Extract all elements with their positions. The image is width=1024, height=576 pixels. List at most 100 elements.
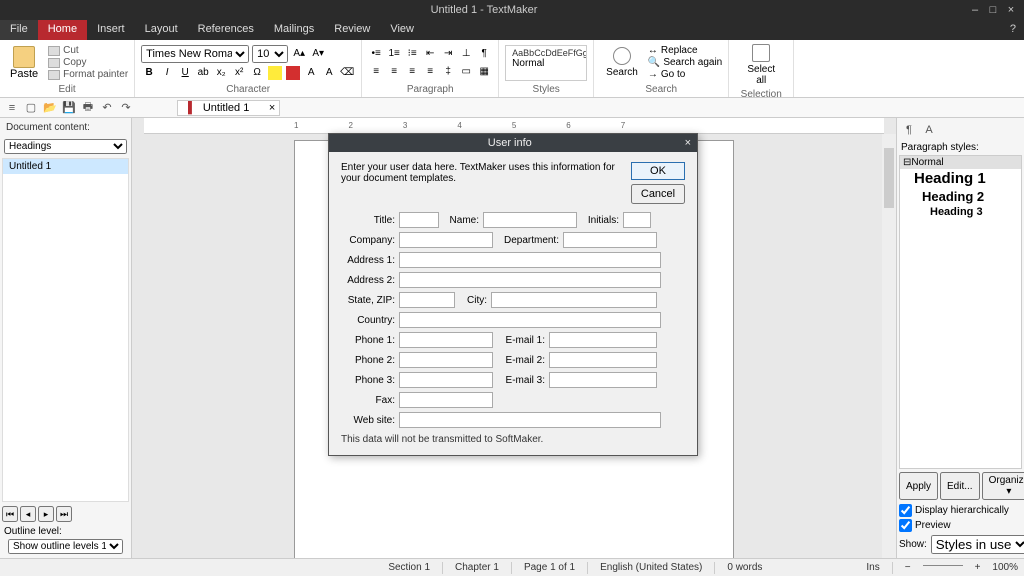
shading-button[interactable]: ▭ (458, 64, 474, 80)
search-button[interactable]: Search (600, 45, 644, 80)
format-painter-button[interactable]: Format painter (48, 69, 128, 80)
copy-button[interactable]: Copy (48, 57, 128, 68)
addr1-input[interactable] (399, 252, 661, 268)
email1-input[interactable] (549, 332, 657, 348)
tree-item[interactable]: Untitled 1 (3, 159, 128, 174)
para-style-icon[interactable]: ¶ (901, 122, 917, 138)
nav-last-button[interactable]: ⏭ (56, 506, 72, 522)
paste-button[interactable]: Paste (6, 44, 42, 82)
cancel-button[interactable]: Cancel (631, 184, 685, 204)
display-hierarchically-checkbox[interactable]: Display hierarchically (899, 503, 1022, 518)
line-spacing-button[interactable]: ‡ (440, 64, 456, 80)
italic-button[interactable]: I (159, 65, 175, 81)
justify-button[interactable]: ≡ (422, 64, 438, 80)
font-size-select[interactable]: 10 (252, 45, 288, 63)
edit-style-button[interactable]: Edit... (940, 472, 980, 500)
goto-button[interactable]: →Go to (648, 69, 722, 80)
style-normal[interactable]: ⊟ Normal (900, 156, 1021, 169)
document-tab[interactable]: ▌ Untitled 1 × (177, 100, 280, 116)
shrink-font-button[interactable]: A▾ (310, 46, 326, 62)
qa-undo-button[interactable]: ↶ (99, 100, 115, 116)
qa-new-button[interactable]: ▢ (23, 100, 39, 116)
tab-close-icon[interactable]: × (269, 102, 275, 114)
dialog-titlebar[interactable]: User info × (329, 134, 697, 152)
font-name-select[interactable]: Times New Roman (141, 45, 249, 63)
phone1-input[interactable] (399, 332, 493, 348)
show-marks-button[interactable]: ¶ (476, 46, 492, 62)
show-select[interactable]: Styles in use (931, 535, 1024, 554)
minimize-icon[interactable]: – (968, 4, 982, 16)
search-again-button[interactable]: 🔍Search again (648, 57, 722, 68)
menu-insert[interactable]: Insert (87, 20, 135, 40)
apply-style-button[interactable]: Apply (899, 472, 938, 500)
bullets-button[interactable]: •≡ (368, 46, 384, 62)
horizontal-ruler[interactable]: 1234567 (144, 118, 884, 134)
outline-level-select[interactable]: Show outline levels 1 to 9 (8, 539, 123, 554)
align-left-button[interactable]: ≡ (368, 64, 384, 80)
document-tree[interactable]: Untitled 1 (2, 158, 129, 502)
phone3-input[interactable] (399, 372, 493, 388)
qa-save-button[interactable]: 💾 (61, 100, 77, 116)
menu-file[interactable]: File (0, 20, 38, 40)
strike-button[interactable]: ab (195, 65, 211, 81)
align-center-button[interactable]: ≡ (386, 64, 402, 80)
zoom-slider[interactable] (923, 565, 963, 566)
underline-button[interactable]: U (177, 65, 193, 81)
company-input[interactable] (399, 232, 493, 248)
nav-filter-select[interactable]: Headings (4, 139, 127, 154)
menu-home[interactable]: Home (38, 20, 87, 40)
nav-next-button[interactable]: ▸ (38, 506, 54, 522)
replace-button[interactable]: ↔Replace (648, 45, 722, 56)
numbering-button[interactable]: 1≡ (386, 46, 402, 62)
increase-indent-button[interactable]: ⇥ (440, 46, 456, 62)
style-heading1[interactable]: Heading 1 (900, 169, 1021, 188)
decrease-indent-button[interactable]: ⇤ (422, 46, 438, 62)
preview-checkbox[interactable]: Preview (899, 518, 1022, 533)
qa-open-button[interactable]: 📂 (42, 100, 58, 116)
font-color-button[interactable] (285, 65, 301, 81)
qa-align-button[interactable]: ≡ (4, 100, 20, 116)
vertical-scrollbar[interactable] (882, 134, 896, 558)
menu-layout[interactable]: Layout (135, 20, 188, 40)
style-heading2[interactable]: Heading 2 (900, 188, 1021, 205)
department-input[interactable] (563, 232, 657, 248)
email2-input[interactable] (549, 352, 657, 368)
bold-button[interactable]: B (141, 65, 157, 81)
addr2-input[interactable] (399, 272, 661, 288)
subscript-button[interactable]: x₂ (213, 65, 229, 81)
clear-format-button[interactable]: ⌫ (339, 65, 355, 81)
menu-mailings[interactable]: Mailings (264, 20, 324, 40)
website-input[interactable] (399, 412, 661, 428)
email3-input[interactable] (549, 372, 657, 388)
font-grow-icon[interactable]: A (303, 65, 319, 81)
city-input[interactable] (491, 292, 657, 308)
font-shrink-icon[interactable]: A (321, 65, 337, 81)
cut-button[interactable]: Cut (48, 45, 128, 56)
menu-references[interactable]: References (188, 20, 264, 40)
country-input[interactable] (399, 312, 661, 328)
qa-redo-button[interactable]: ↷ (118, 100, 134, 116)
organize-style-button[interactable]: Organize ▾ (982, 472, 1024, 500)
align-right-button[interactable]: ≡ (404, 64, 420, 80)
multilevel-button[interactable]: ⁝≡ (404, 46, 420, 62)
name-input[interactable] (483, 212, 577, 228)
ok-button[interactable]: OK (631, 162, 685, 180)
help-icon[interactable]: ? (1002, 20, 1024, 40)
select-all-button[interactable]: Select all (735, 42, 787, 88)
superscript-button[interactable]: x² (231, 65, 247, 81)
qa-print-button[interactable]: 🖶 (80, 100, 96, 116)
nav-first-button[interactable]: ⏮ (2, 506, 18, 522)
styles-tree[interactable]: ⊟ Normal Heading 1 Heading 2 Heading 3 (899, 155, 1022, 469)
maximize-icon[interactable]: □ (986, 4, 1000, 16)
tabs-button[interactable]: ⊥ (458, 46, 474, 62)
symbol-button[interactable]: Ω (249, 65, 265, 81)
char-style-icon[interactable]: A (921, 122, 937, 138)
grow-font-button[interactable]: A▴ (291, 46, 307, 62)
style-heading3[interactable]: Heading 3 (900, 205, 1021, 219)
highlight-button[interactable] (267, 65, 283, 81)
close-icon[interactable]: × (1004, 4, 1018, 16)
state-zip-input[interactable] (399, 292, 455, 308)
style-gallery-item[interactable]: AaBbCcDdEeFfGgHhIiJj Normal (505, 45, 587, 81)
fax-input[interactable] (399, 392, 493, 408)
nav-prev-button[interactable]: ◂ (20, 506, 36, 522)
